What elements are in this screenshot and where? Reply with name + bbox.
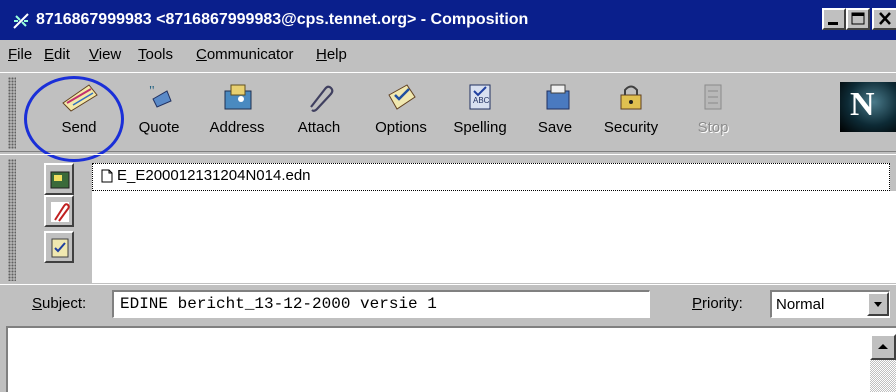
minimize-icon [828, 22, 838, 25]
menu-communicator[interactable]: Communicator [196, 46, 294, 63]
address-button[interactable]: Address [202, 81, 272, 149]
attachment-area[interactable] [92, 191, 896, 283]
priority-dropdown-button[interactable] [867, 292, 889, 316]
save-button[interactable]: Save [520, 81, 590, 149]
minimize-button[interactable] [822, 8, 846, 30]
options-button[interactable]: Options [366, 81, 436, 149]
message-body[interactable] [6, 326, 896, 392]
quote-button[interactable]: " Quote [124, 81, 194, 149]
stop-button: Stop [678, 81, 748, 149]
attach-button[interactable]: Attach [284, 81, 354, 149]
title-bar: 8716867999983 <8716867999983@cps.tennet.… [0, 0, 896, 40]
address-book-icon [224, 84, 252, 110]
subject-row: Subject: EDINE bericht_13-12-2000 versie… [0, 284, 896, 324]
stop-icon [704, 84, 722, 110]
menu-view[interactable]: View [89, 46, 121, 63]
maximize-button[interactable] [846, 8, 870, 30]
security-button[interactable]: Security [596, 81, 666, 149]
menu-help[interactable]: Help [316, 46, 347, 63]
paperclip-icon [51, 202, 70, 222]
svg-text:ABC: ABC [473, 96, 490, 105]
menu-tools[interactable]: Tools [138, 46, 173, 63]
address-tab-button[interactable] [44, 163, 74, 195]
panel-grip[interactable] [8, 159, 16, 281]
options-tab-button[interactable] [44, 231, 74, 263]
subject-input[interactable]: EDINE bericht_13-12-2000 versie 1 [112, 290, 650, 318]
maximize-icon [851, 12, 865, 25]
close-button[interactable] [872, 8, 896, 30]
arrow-up-icon [878, 344, 888, 349]
priority-label: Priority: [692, 295, 743, 312]
netscape-app-icon[interactable] [12, 12, 30, 30]
priority-select[interactable]: Normal [770, 290, 890, 318]
address-card-icon [50, 171, 70, 189]
paperclip-icon [310, 85, 334, 112]
menu-bar: File Edit View Tools Communicator Help [0, 40, 896, 70]
close-icon [879, 12, 891, 25]
quote-icon: " [149, 84, 172, 108]
attachment-list[interactable]: E_E200012131204N014.edn [92, 163, 890, 191]
save-draft-icon [546, 84, 570, 110]
attachment-item[interactable]: E_E200012131204N014.edn [101, 167, 311, 184]
spelling-button[interactable]: ABC Spelling [445, 81, 515, 149]
options-checklist-icon [51, 238, 69, 258]
toolbar-grip[interactable] [8, 77, 16, 149]
svg-text:": " [149, 84, 155, 99]
spelling-check-icon: ABC [469, 84, 491, 110]
composition-toolbar: Send " Quote Address Attach Options ABC … [0, 72, 896, 152]
menu-file[interactable]: File [8, 46, 32, 63]
chevron-down-icon [874, 302, 882, 307]
security-lock-icon [620, 85, 642, 110]
scroll-up-button[interactable] [870, 334, 896, 360]
attachments-tab-button[interactable] [44, 195, 74, 227]
netscape-logo: N [840, 82, 896, 132]
vertical-scrollbar[interactable] [870, 334, 896, 392]
send-highlight-circle [24, 76, 124, 162]
menu-edit[interactable]: Edit [44, 46, 70, 63]
options-checklist-icon [388, 84, 416, 110]
addressing-attachment-panel: E_E200012131204N014.edn [0, 154, 896, 284]
document-icon [101, 169, 113, 183]
window-title: 8716867999983 <8716867999983@cps.tennet.… [36, 11, 529, 28]
subject-label: Subject: [32, 295, 87, 312]
